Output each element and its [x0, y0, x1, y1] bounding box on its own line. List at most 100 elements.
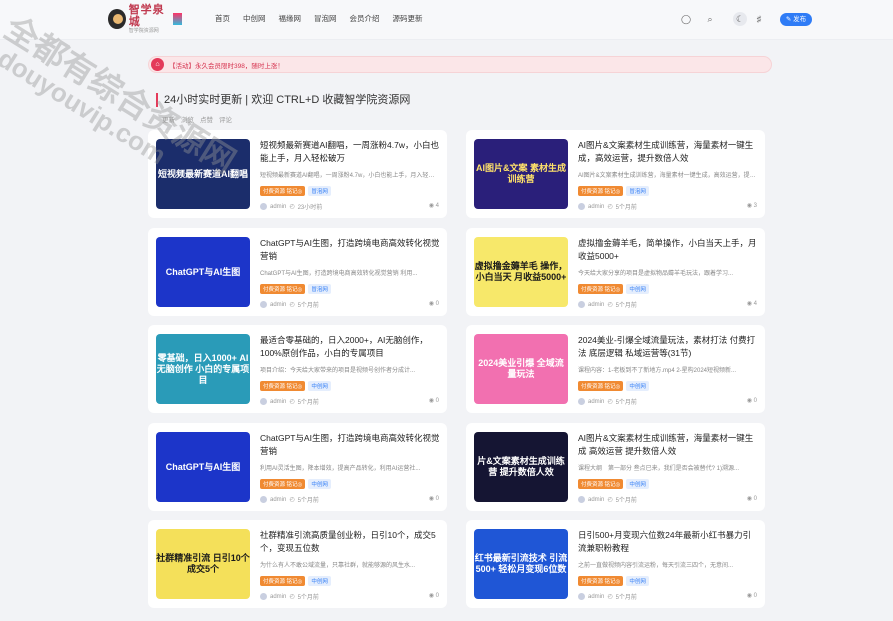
post-card[interactable]: 虚拟撸金薅羊毛 操作，小白当天 月收益5000+ 虚拟撸金薅羊毛，简单操作，小白当…: [466, 228, 765, 316]
sort-tab[interactable]: 浏览: [181, 117, 194, 124]
avatar[interactable]: [260, 496, 267, 503]
category-tag[interactable]: 中创网: [308, 576, 331, 586]
post-title[interactable]: 2024美业-引爆全域流量玩法，素材打法 付费打法 底层逻辑 私域运营等(31节…: [578, 334, 758, 360]
post-thumbnail[interactable]: 红书最新引流技术 引流500+ 轻松月变现6位数: [474, 529, 568, 599]
post-excerpt: ChatGPT与AI生图，打造跨境电商高效转化视觉营销 利用...: [260, 271, 418, 277]
thumbnail-text: 社群精准引流 日引10个 成交5个: [156, 553, 250, 574]
eye-icon: ◉: [428, 301, 434, 307]
post-thumbnail[interactable]: 社群精准引流 日引10个 成交5个: [156, 529, 250, 599]
notice-bar[interactable]: ⌂ 【活动】永久会员限时398，随时上涨！: [148, 56, 772, 73]
author-name[interactable]: admin: [588, 497, 604, 503]
paid-tag[interactable]: 付费资源 铭记◎: [578, 186, 624, 196]
post-thumbnail[interactable]: 片&文案素材生成训练营 提升数倍人效: [474, 432, 568, 502]
nav-item[interactable]: 冒泡网: [314, 13, 337, 24]
category-tag[interactable]: 冒泡网: [626, 186, 649, 196]
post-title[interactable]: ChatGPT与AI生图，打造跨境电商高效转化视觉营销: [260, 237, 440, 263]
publish-button[interactable]: ✎ 发布: [780, 13, 812, 26]
post-card[interactable]: ChatGPT与AI生图 ChatGPT与AI生图，打造跨境电商高效转化视觉营销 C…: [148, 228, 447, 316]
sort-tab[interactable]: 点赞: [200, 117, 213, 124]
paid-tag[interactable]: 付费资源 铭记◎: [260, 186, 306, 196]
nav-item[interactable]: 源码更新: [393, 13, 423, 24]
avatar[interactable]: [260, 398, 267, 405]
sort-tab[interactable]: 评论: [219, 117, 232, 124]
paid-tag[interactable]: 付费资源 铭记◎: [578, 479, 624, 489]
author-name[interactable]: admin: [588, 399, 604, 405]
post-thumbnail[interactable]: 零基础，日入1000+ AI无脑创作 小白的专属项目: [156, 334, 250, 404]
category-tag[interactable]: 中创网: [626, 479, 649, 489]
post-thumbnail[interactable]: AI图片&文案 素材生成训练营: [474, 139, 568, 209]
category-tag[interactable]: 中创网: [308, 381, 331, 391]
paid-tag[interactable]: 付费资源 铭记◎: [260, 381, 306, 391]
category-tag[interactable]: 中创网: [626, 576, 649, 586]
author-name[interactable]: admin: [270, 399, 286, 405]
paid-tag[interactable]: 付费资源 铭记◎: [578, 381, 624, 391]
post-thumbnail[interactable]: 2024美业引爆 全域流量玩法: [474, 334, 568, 404]
avatar[interactable]: [578, 301, 585, 308]
avatar[interactable]: [260, 301, 267, 308]
author-name[interactable]: admin: [588, 302, 604, 308]
post-title[interactable]: 社群精准引流高质量创业粉，日引10个，成交5个，变现五位数: [260, 529, 440, 555]
view-count: 0: [435, 301, 439, 307]
avatar[interactable]: [578, 496, 585, 503]
post-thumbnail[interactable]: ChatGPT与AI生图: [156, 237, 250, 307]
post-title[interactable]: AI图片&文案素材生成训练营，海量素材一键生成，高效运营，提升数倍人效: [578, 139, 758, 165]
post-card[interactable]: ChatGPT与AI生图 ChatGPT与AI生图，打造跨境电商高效转化视觉营销利…: [148, 423, 447, 511]
bell-icon[interactable]: ♯: [752, 12, 766, 26]
nav-item[interactable]: 福缘网: [279, 13, 302, 24]
post-card[interactable]: 2024美业引爆 全域流量玩法 2024美业-引爆全域流量玩法，素材打法 付费打法…: [466, 325, 765, 413]
paid-tag[interactable]: 付费资源 铭记◎: [260, 576, 306, 586]
category-tag[interactable]: 中创网: [308, 479, 331, 489]
post-title[interactable]: 日引500+月变现六位数24年最新小红书暴力引流兼职粉教程: [578, 529, 758, 555]
post-title[interactable]: 最适合零基础的，日入2000+，AI无脑创作，100%原创作品，小白的专属项目: [260, 334, 440, 360]
paid-tag[interactable]: 付费资源 铭记◎: [260, 284, 306, 294]
author-name[interactable]: admin: [270, 204, 286, 210]
category-tag[interactable]: 中创网: [626, 284, 649, 294]
author-name[interactable]: admin: [270, 497, 286, 503]
paid-tag[interactable]: 付费资源 铭记◎: [260, 479, 306, 489]
post-card[interactable]: 红书最新引流技术 引流500+ 轻松月变现6位数 日引500+月变现六位数24年最…: [466, 520, 765, 608]
post-title[interactable]: 虚拟撸金薅羊毛，简单操作，小白当天上手，月收益5000+: [578, 237, 758, 263]
moon-icon[interactable]: ☾: [733, 12, 747, 26]
post-card[interactable]: 片&文案素材生成训练营 提升数倍人效 AI图片&文案素材生成训练营，海量素材一键生…: [466, 423, 765, 511]
paid-tag[interactable]: 付费资源 铭记◎: [578, 576, 624, 586]
lightbulb-icon[interactable]: ◯: [679, 12, 693, 26]
post-thumbnail[interactable]: 短视频最新赛道AI翻唱: [156, 139, 250, 209]
category-tag[interactable]: 冒泡网: [308, 284, 331, 294]
category-tag[interactable]: 中创网: [626, 381, 649, 391]
post-card[interactable]: AI图片&文案 素材生成训练营 AI图片&文案素材生成训练营，海量素材一键生成，高…: [466, 130, 765, 218]
post-title[interactable]: 短视频最新赛道AI翻唱，一周涨粉4.7w，小白也能上手，月入轻松破万: [260, 139, 440, 165]
nav-item[interactable]: 中创网: [243, 13, 266, 24]
nav-item[interactable]: 首页: [215, 13, 230, 24]
author-name[interactable]: admin: [588, 204, 604, 210]
site-logo[interactable]: 智学泉城 智学院资源网: [108, 4, 182, 34]
avatar[interactable]: [578, 593, 585, 600]
search-icon[interactable]: ⌕: [703, 12, 717, 26]
post-title[interactable]: AI图片&文案素材生成训练营，海量素材一键生成 高效运营 提升数倍人效: [578, 432, 758, 458]
post-card[interactable]: 社群精准引流 日引10个 成交5个 社群精准引流高质量创业粉，日引10个，成交5个…: [148, 520, 447, 608]
nav-item[interactable]: 会员介绍: [350, 13, 380, 24]
sort-tab[interactable]: 更新: [162, 117, 175, 124]
avatar[interactable]: [578, 398, 585, 405]
thumbnail-text: ChatGPT与AI生图: [165, 461, 241, 472]
watermark-line2: douyouvip.com: [0, 43, 172, 171]
sort-tabs: 更新 浏览 点赞 评论: [162, 114, 238, 124]
post-excerpt: 课程大纲 第一部分 叁点已来，我们是否会被替代? 1)溯源...: [578, 466, 740, 472]
author-name[interactable]: admin: [270, 302, 286, 308]
post-title[interactable]: ChatGPT与AI生图，打造跨境电商高效转化视觉营销: [260, 432, 440, 458]
clock-icon: ◴: [289, 302, 295, 308]
post-time: 5个月前: [615, 205, 637, 211]
clock-icon: ◴: [607, 594, 613, 600]
post-thumbnail[interactable]: 虚拟撸金薅羊毛 操作，小白当天 月收益5000+: [474, 237, 568, 307]
avatar[interactable]: [578, 203, 585, 210]
clock-icon: ◴: [289, 594, 295, 600]
post-thumbnail[interactable]: ChatGPT与AI生图: [156, 432, 250, 502]
avatar[interactable]: [260, 593, 267, 600]
author-name[interactable]: admin: [588, 594, 604, 600]
author-name[interactable]: admin: [270, 594, 286, 600]
thumbnail-text: 虚拟撸金薅羊毛 操作，小白当天 月收益5000+: [474, 261, 568, 282]
category-tag[interactable]: 冒泡网: [308, 186, 331, 196]
post-card[interactable]: 零基础，日入1000+ AI无脑创作 小白的专属项目 最适合零基础的，日入2000…: [148, 325, 447, 413]
post-card[interactable]: 短视频最新赛道AI翻唱 短视频最新赛道AI翻唱，一周涨粉4.7w，小白也能上手，月…: [148, 130, 447, 218]
avatar[interactable]: [260, 203, 267, 210]
paid-tag[interactable]: 付费资源 铭记◎: [578, 284, 624, 294]
